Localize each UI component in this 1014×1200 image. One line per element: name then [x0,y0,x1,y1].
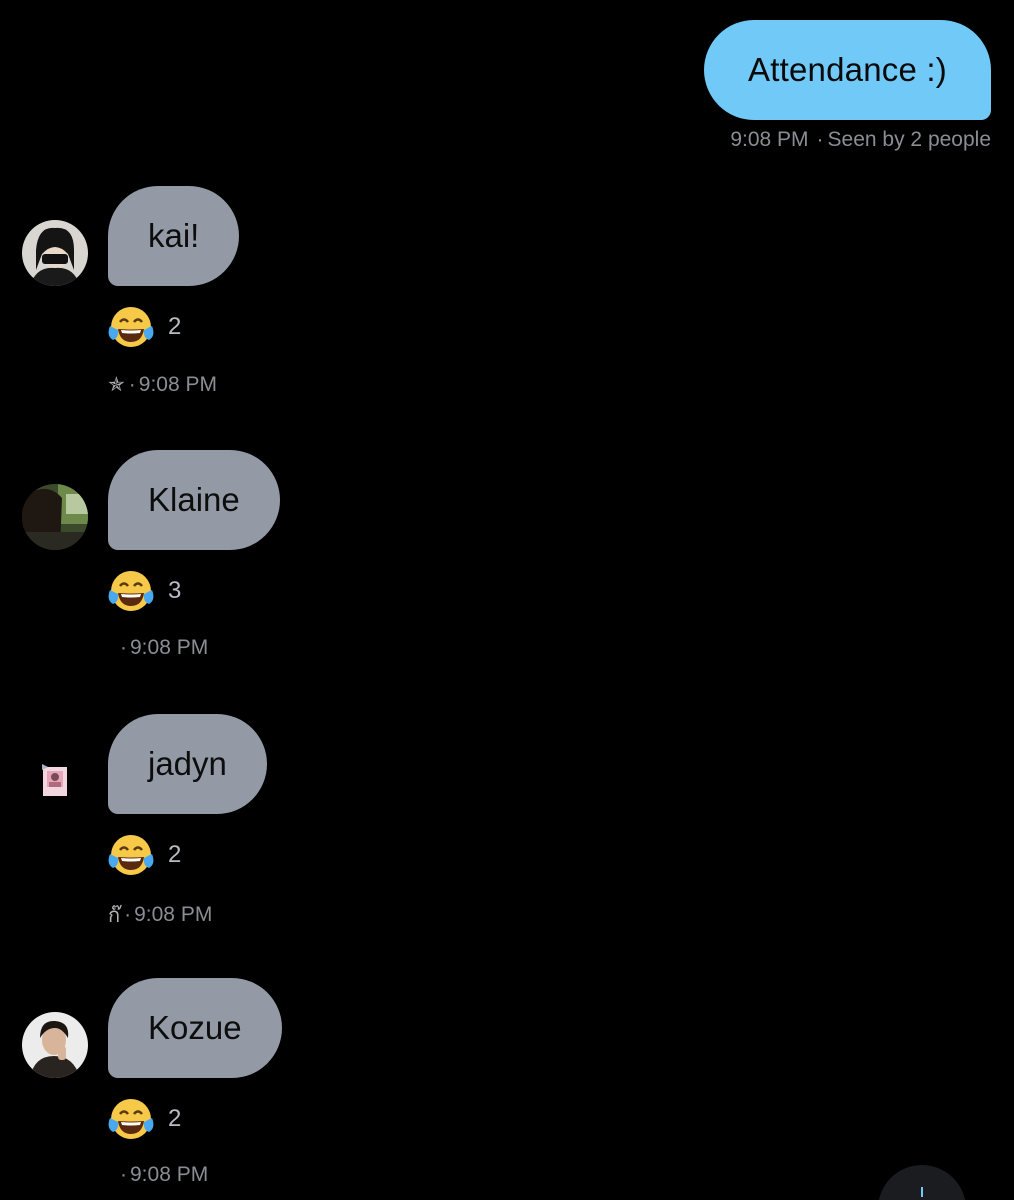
incoming-message-bubble[interactable]: jadyn [108,714,267,814]
reaction-count: 2 [168,841,182,868]
laughing-tears-emoji-icon [108,571,154,611]
seen-status[interactable]: Seen by 2 people [828,128,991,152]
laughing-tears-emoji-icon [108,307,154,347]
incoming-message-text: Kozue [148,1009,242,1046]
reaction-chip[interactable]: 2 [106,832,181,878]
meta-separator: · [816,128,824,151]
incoming-message-text: jadyn [148,745,227,782]
reaction-chip[interactable]: 2 [106,1096,181,1142]
reaction-count: 3 [168,577,182,604]
avatar-photo-icon [22,484,88,550]
outgoing-message-bubble[interactable]: Attendance :) [704,20,991,120]
reaction-count: 2 [168,1105,182,1132]
meta-separator: · [120,636,127,659]
avatar[interactable] [22,220,88,286]
incoming-message-text: kai! [148,217,200,254]
laughing-tears-emoji-icon [108,1099,154,1139]
message-meta: ก๊ · 9:08 PM [108,899,212,931]
message-meta: ✯ · 9:08 PM [108,372,217,397]
message-time: 9:08 PM [134,903,213,926]
avatar[interactable] [40,762,70,798]
message-meta: · 9:08 PM [108,1163,208,1187]
message-time: 9:08 PM [138,372,217,396]
outgoing-message-text: Attendance :) [748,51,947,88]
incoming-message-bubble[interactable]: Kozue [108,978,282,1078]
avatar-sticker-icon [42,764,67,796]
avatar-photo-icon [22,220,88,286]
sender-nickname[interactable]: ✯ [108,372,125,397]
outgoing-message-meta: 9:08 PM · Seen by 2 people [730,128,991,152]
incoming-message-bubble[interactable]: Klaine [108,450,280,550]
avatar-photo-icon [22,1012,88,1078]
message-time: 9:08 PM [130,636,209,659]
compose-button[interactable] [878,1165,966,1200]
reaction-chip[interactable]: 2 [106,304,181,350]
reaction-count: 2 [168,313,182,340]
sender-nickname[interactable]: ก๊ [108,899,120,931]
incoming-message-text: Klaine [148,481,240,518]
outgoing-message-time: 9:08 PM [730,128,809,151]
meta-separator: · [120,1163,127,1186]
chat-screen: Attendance :) 9:08 PM · Seen by 2 people… [0,0,1014,1200]
message-time: 9:08 PM [130,1163,209,1186]
meta-separator: · [124,903,132,926]
meta-separator: · [128,372,136,396]
compose-icon [921,1187,923,1197]
incoming-message-bubble[interactable]: kai! [108,186,240,286]
message-meta: · 9:08 PM [108,636,208,660]
laughing-tears-emoji-icon [108,835,154,875]
avatar[interactable] [22,484,88,550]
avatar[interactable] [22,1012,88,1078]
reaction-chip[interactable]: 3 [106,568,181,614]
